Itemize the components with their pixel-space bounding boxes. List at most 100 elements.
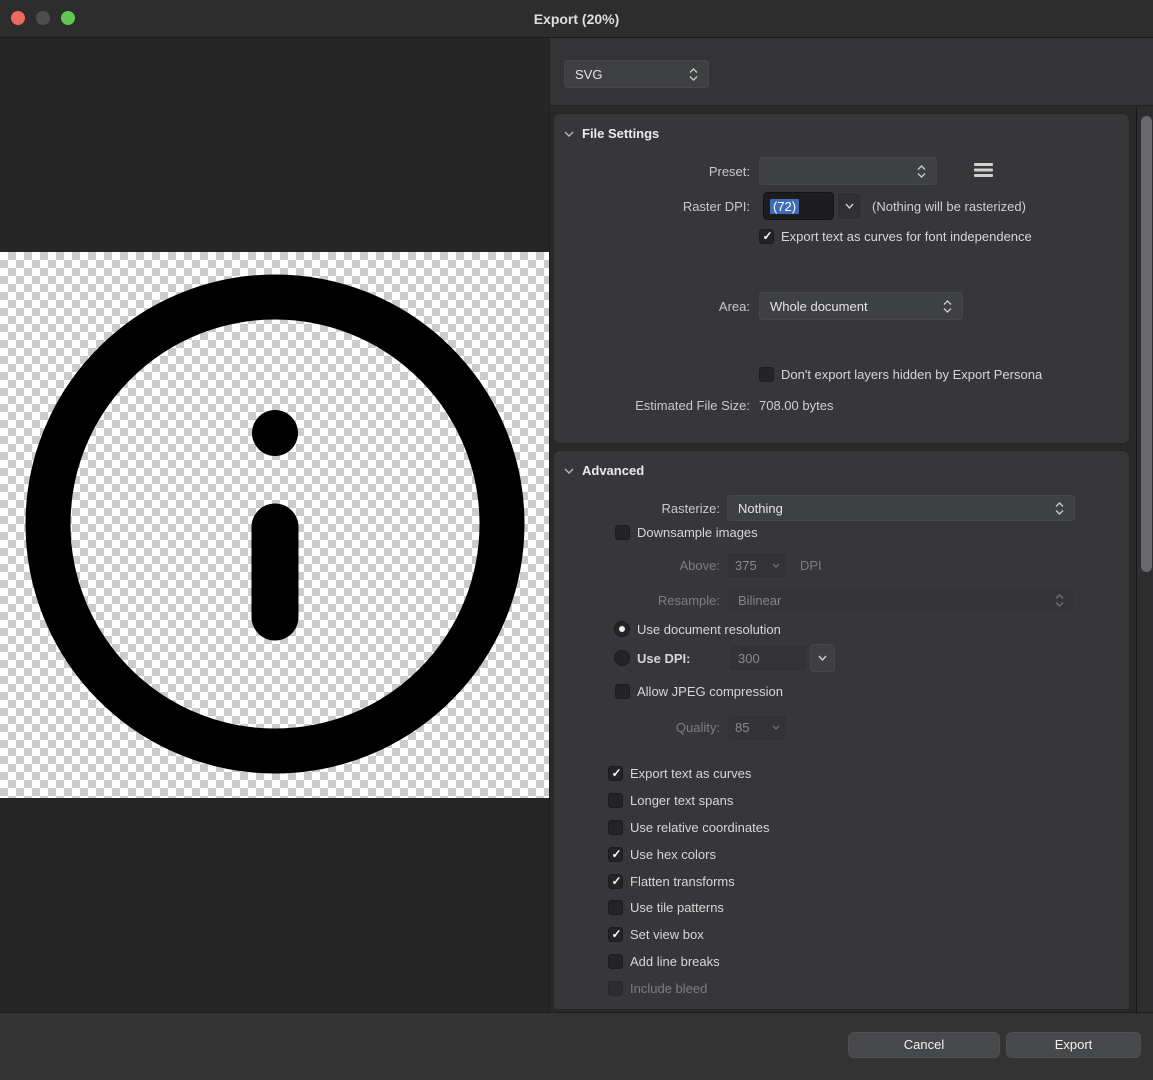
quality-combo: 85 bbox=[727, 714, 788, 741]
use-document-resolution-label: Use document resolution bbox=[637, 622, 781, 637]
raster-dpi-label: Raster DPI: bbox=[554, 199, 750, 214]
dont-export-hidden-checkbox[interactable] bbox=[759, 367, 774, 382]
allow-jpeg-checkbox[interactable] bbox=[615, 684, 630, 699]
allow-jpeg-row: Allow JPEG compression bbox=[554, 678, 1129, 704]
advanced-title: Advanced bbox=[582, 463, 644, 478]
allow-jpeg-label: Allow JPEG compression bbox=[637, 684, 783, 699]
svg-option-row: Export text as curves bbox=[608, 766, 769, 781]
export-text-curves-label: Export text as curves for font independe… bbox=[781, 229, 1032, 244]
use-dpi-value-box: 300 bbox=[729, 644, 807, 672]
raster-dpi-note: (Nothing will be rasterized) bbox=[872, 199, 1026, 214]
resample-label: Resample: bbox=[554, 593, 720, 608]
raster-dpi-row: Raster DPI: (72) (Nothing will be raster… bbox=[554, 192, 1129, 220]
preset-menu-icon[interactable] bbox=[974, 162, 993, 178]
above-dpi-combo: 375 bbox=[727, 552, 788, 579]
svg-option-row: Include bleed bbox=[608, 981, 769, 996]
scrollbar-thumb[interactable] bbox=[1141, 116, 1152, 572]
titlebar: Export (20%) bbox=[0, 0, 1153, 38]
scrollbar-track[interactable] bbox=[1136, 107, 1153, 1012]
dialog-footer: Cancel Export bbox=[0, 1012, 1153, 1080]
disclosure-chevron-icon bbox=[564, 468, 574, 474]
use-dpi-value: 300 bbox=[738, 651, 760, 666]
preset-row: Preset: bbox=[554, 157, 1129, 185]
export-format-select[interactable]: SVG bbox=[564, 60, 709, 88]
svg-option-label: Export text as curves bbox=[630, 766, 751, 781]
advanced-section: Advanced Rasterize: Nothing Downsample i… bbox=[553, 450, 1130, 1010]
quality-row: Quality: 85 bbox=[554, 714, 1129, 741]
svg-option-checkbox[interactable] bbox=[608, 900, 623, 915]
svg-option-row: Set view box bbox=[608, 927, 769, 942]
svg-option-checkbox[interactable] bbox=[608, 954, 623, 969]
chevron-down-icon bbox=[772, 725, 780, 730]
above-dpi-value: 375 bbox=[735, 558, 768, 573]
svg-options-list: Export text as curves Longer text spans Us… bbox=[608, 766, 769, 1008]
raster-dpi-input[interactable]: (72) bbox=[763, 192, 834, 220]
export-format-value: SVG bbox=[575, 67, 681, 82]
raster-dpi-value: (72) bbox=[770, 199, 799, 214]
use-dpi-label: Use DPI: bbox=[637, 651, 690, 666]
format-strip: SVG bbox=[550, 38, 1153, 106]
resample-select: Bilinear bbox=[727, 587, 1075, 613]
svg-option-row: Use tile patterns bbox=[608, 900, 769, 915]
chevron-down-icon bbox=[818, 655, 827, 661]
svg-option-checkbox bbox=[608, 981, 623, 996]
dont-export-hidden-row: Don't export layers hidden by Export Per… bbox=[554, 361, 1129, 387]
area-row: Area: Whole document bbox=[554, 292, 1129, 320]
svg-option-label: Flatten transforms bbox=[630, 874, 735, 889]
svg-option-label: Longer text spans bbox=[630, 793, 733, 808]
svg-option-checkbox[interactable] bbox=[608, 927, 623, 942]
export-preview-pane bbox=[0, 38, 549, 1012]
rasterize-row: Rasterize: Nothing bbox=[554, 495, 1129, 521]
rasterize-select[interactable]: Nothing bbox=[727, 495, 1075, 521]
svg-option-row: Use hex colors bbox=[608, 847, 769, 862]
above-label: Above: bbox=[554, 558, 720, 573]
updown-chevron-icon bbox=[943, 300, 952, 313]
file-settings-title: File Settings bbox=[582, 126, 659, 141]
rasterize-value: Nothing bbox=[738, 501, 1047, 516]
svg-option-row: Add line breaks bbox=[608, 954, 769, 969]
resample-value: Bilinear bbox=[738, 593, 1047, 608]
advanced-header[interactable]: Advanced bbox=[564, 461, 644, 479]
svg-option-label: Use hex colors bbox=[630, 847, 716, 862]
estimated-size-label: Estimated File Size: bbox=[554, 398, 750, 413]
disclosure-chevron-icon bbox=[564, 131, 574, 137]
file-settings-header[interactable]: File Settings bbox=[564, 124, 659, 142]
svg-option-label: Use relative coordinates bbox=[630, 820, 769, 835]
resample-row: Resample: Bilinear bbox=[554, 587, 1129, 613]
svg-option-label: Set view box bbox=[630, 927, 704, 942]
svg-option-row: Longer text spans bbox=[608, 793, 769, 808]
svg-option-checkbox[interactable] bbox=[608, 766, 623, 781]
rasterize-label: Rasterize: bbox=[554, 501, 720, 516]
quality-label: Quality: bbox=[554, 720, 720, 735]
use-dpi-combo: 300 bbox=[729, 644, 835, 672]
chevron-down-icon bbox=[772, 563, 780, 568]
cancel-button[interactable]: Cancel bbox=[848, 1032, 1000, 1058]
file-settings-section: File Settings Preset: Raster DPI: (72) bbox=[553, 113, 1130, 444]
chevron-down-icon bbox=[845, 203, 854, 209]
export-text-curves-row: Export text as curves for font independe… bbox=[554, 223, 1129, 249]
svg-option-row: Use relative coordinates bbox=[608, 820, 769, 835]
quality-value: 85 bbox=[735, 720, 768, 735]
downsample-checkbox[interactable] bbox=[615, 525, 630, 540]
updown-chevron-icon bbox=[1055, 502, 1064, 515]
svg-option-checkbox[interactable] bbox=[608, 874, 623, 889]
use-document-resolution-radio[interactable] bbox=[614, 621, 630, 637]
export-text-curves-checkbox[interactable] bbox=[759, 229, 774, 244]
area-value: Whole document bbox=[770, 299, 935, 314]
use-dpi-dropdown-button bbox=[810, 644, 835, 672]
svg-option-checkbox[interactable] bbox=[608, 793, 623, 808]
svg-option-label: Include bleed bbox=[630, 981, 707, 996]
estimated-size-row: Estimated File Size: 708.00 bytes bbox=[554, 392, 1129, 418]
area-label: Area: bbox=[554, 299, 750, 314]
updown-chevron-icon bbox=[1055, 594, 1064, 607]
raster-dpi-dropdown-button[interactable] bbox=[837, 192, 862, 220]
preset-select[interactable] bbox=[759, 157, 937, 185]
area-select[interactable]: Whole document bbox=[759, 292, 963, 320]
svg-option-checkbox[interactable] bbox=[608, 847, 623, 862]
svg-option-label: Add line breaks bbox=[630, 954, 720, 969]
updown-chevron-icon bbox=[917, 165, 926, 178]
use-dpi-radio[interactable] bbox=[614, 650, 630, 666]
above-row: Above: 375 DPI bbox=[554, 552, 1129, 579]
export-button[interactable]: Export bbox=[1006, 1032, 1141, 1058]
svg-option-checkbox[interactable] bbox=[608, 820, 623, 835]
